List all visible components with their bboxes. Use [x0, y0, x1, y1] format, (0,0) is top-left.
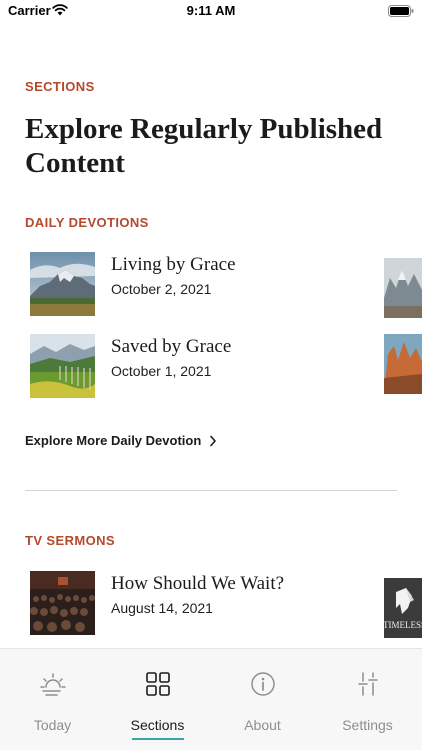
sermon-card[interactable]: How Should We Wait? August 14, 2021 — [30, 571, 370, 635]
explore-more-devotions-link[interactable]: Explore More Daily Devotion — [25, 433, 217, 448]
timeless-truths-logo: TIMELESS T — [384, 578, 422, 638]
tab-settings[interactable]: Settings — [315, 649, 420, 749]
tab-bar: Today Sections About Settings — [0, 648, 422, 750]
tab-today[interactable]: Today — [0, 649, 105, 749]
tab-label: About — [244, 717, 281, 733]
status-bar: Carrier 9:11 AM — [0, 0, 422, 24]
tab-sections[interactable]: Sections — [105, 649, 210, 749]
tab-label: Sections — [130, 717, 185, 733]
info-icon — [251, 672, 275, 696]
sermon-card-peek[interactable]: TIMELESS T — [384, 578, 422, 638]
sermon-title: How Should We Wait? — [111, 573, 285, 594]
explore-more-label: Explore More Daily Devotion — [25, 433, 202, 448]
devotion-title: Living by Grace — [111, 254, 236, 275]
meadow-photo — [30, 334, 95, 398]
status-time: 9:11 AM — [186, 3, 236, 18]
devotion-card[interactable]: Saved by Grace October 1, 2021 — [30, 334, 370, 398]
daily-devotions-heading: DAILY DEVOTIONS — [25, 215, 149, 230]
devotion-card-peek[interactable] — [384, 334, 422, 394]
grid-icon — [146, 672, 170, 696]
tv-sermons-heading: TV SERMONS — [25, 533, 115, 548]
battery-icon — [388, 5, 414, 17]
congregation-photo — [30, 571, 95, 635]
tab-label: Today — [33, 717, 72, 733]
sunrise-icon — [40, 673, 66, 696]
page-title: Explore Regularly Published Content — [25, 113, 383, 179]
devotion-card-peek[interactable] — [384, 258, 422, 318]
active-tab-indicator — [132, 738, 184, 740]
chevron-right-icon — [210, 435, 217, 446]
peek-label: TIMELESS T — [384, 620, 422, 630]
sliders-icon — [358, 672, 378, 696]
sections-eyebrow: SECTIONS — [25, 79, 95, 94]
devotion-date: October 2, 2021 — [111, 281, 212, 297]
tab-about[interactable]: About — [210, 649, 315, 749]
section-divider — [25, 490, 397, 491]
mountain-photo — [30, 252, 95, 316]
devotion-card[interactable]: Living by Grace October 2, 2021 — [30, 252, 370, 316]
tab-label: Settings — [342, 717, 393, 733]
devotion-title: Saved by Grace — [111, 336, 232, 357]
devotion-date: October 1, 2021 — [111, 363, 212, 379]
sermon-date: August 14, 2021 — [111, 600, 213, 616]
